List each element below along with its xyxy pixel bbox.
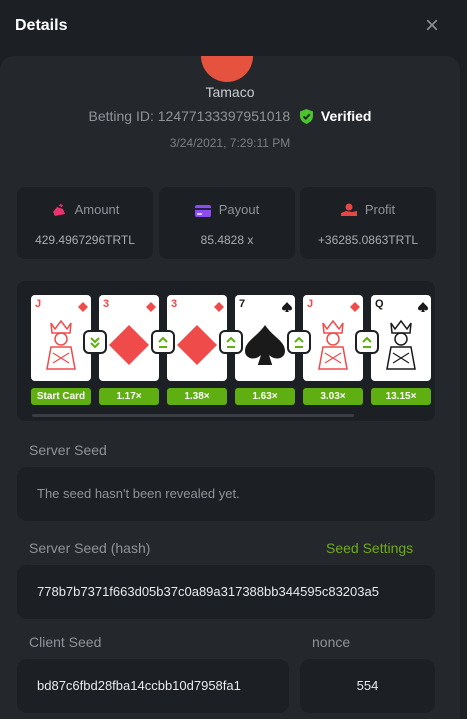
payout-card: Payout 85.4828 x xyxy=(159,187,295,259)
verified-label: Verified xyxy=(320,108,372,124)
higher-arrow-icon xyxy=(357,332,377,352)
amount-value: 429.4967296TRTL xyxy=(35,233,135,247)
amount-label: Amount xyxy=(74,202,120,217)
payout-value: 85.4828 x xyxy=(200,233,254,247)
card-face-art xyxy=(381,319,421,378)
spade-suit-icon xyxy=(418,299,428,317)
moneybag-icon xyxy=(52,204,65,216)
playing-card: 3 xyxy=(99,295,159,381)
multiplier-badge: Start Card xyxy=(31,388,91,405)
card-face-art xyxy=(177,325,217,370)
playing-card: 3 xyxy=(167,295,227,381)
card-history-scrollbar[interactable] xyxy=(32,414,354,417)
playing-card: J xyxy=(31,295,91,381)
close-button[interactable]: × xyxy=(421,14,443,38)
higher-arrow-icon xyxy=(221,332,241,352)
payout-label: Payout xyxy=(218,202,260,217)
playing-card: 7 xyxy=(235,295,295,381)
playing-card: J xyxy=(303,295,363,381)
card-face-art xyxy=(41,319,81,378)
playing-card: Q xyxy=(371,295,431,381)
card-rank: J xyxy=(35,298,42,310)
multiplier-badge: 1.38× xyxy=(167,388,227,405)
modal-title: Details xyxy=(15,17,68,34)
card-rank: 3 xyxy=(171,298,178,310)
spade-suit-icon xyxy=(282,299,292,317)
profit-value: +36285.0863TRTL xyxy=(317,233,419,247)
server-seed-hash-label: Server Seed (hash) xyxy=(29,540,151,556)
card-rank: 7 xyxy=(239,298,246,310)
card-rank: J xyxy=(307,298,314,310)
seed-settings-link[interactable]: Seed Settings xyxy=(326,540,413,556)
card-face-art xyxy=(313,319,353,378)
modal-header: Details × xyxy=(0,0,467,56)
server-seed-label: Server Seed xyxy=(29,442,107,458)
diamond-suit-icon xyxy=(350,299,360,317)
card-face-art xyxy=(109,325,149,370)
client-seed-label: Client Seed xyxy=(29,634,102,650)
close-icon[interactable]: × xyxy=(425,12,439,39)
nonce-label: nonce xyxy=(312,634,351,650)
multiplier-badge: 3.03× xyxy=(303,388,363,405)
multiplier-badge: 13.15× xyxy=(371,388,431,405)
profit-label: Profit xyxy=(364,202,396,217)
hand-coin-icon xyxy=(340,203,357,216)
multiplier-badge: 1.63× xyxy=(235,388,295,405)
betting-id-row: Betting ID: 12477133397951018 Verified xyxy=(0,108,460,124)
diamond-suit-icon xyxy=(214,299,224,317)
multiplier-badge: 1.17× xyxy=(99,388,159,405)
card-rank: 3 xyxy=(103,298,110,310)
diamond-suit-icon xyxy=(146,299,156,317)
lower-arrow-icon xyxy=(85,332,105,352)
card-face-art xyxy=(245,325,285,370)
server-seed-hash-field[interactable]: 778b7b7371f663d05b37c0a89a317388bb344595… xyxy=(17,565,435,619)
betting-id: Betting ID: 12477133397951018 xyxy=(88,108,291,124)
verified-shield-icon xyxy=(300,109,314,124)
nonce-field[interactable]: 554 xyxy=(300,659,435,713)
server-seed-field: The seed hasn't been revealed yet. xyxy=(17,467,435,521)
avatar xyxy=(201,56,253,82)
details-panel: Tamaco Betting ID: 12477133397951018 Ver… xyxy=(0,56,460,719)
client-seed-field[interactable]: bd87c6fbd28fba14ccbb10d7958fa1 xyxy=(17,659,289,713)
details-modal: Details × Tamaco Betting ID: 12477133397… xyxy=(0,0,467,719)
diamond-suit-icon xyxy=(78,299,88,317)
card-rank: Q xyxy=(375,298,384,310)
bet-timestamp: 3/24/2021, 7:29:11 PM xyxy=(169,136,291,150)
card-icon xyxy=(194,205,211,217)
amount-card: Amount 429.4967296TRTL xyxy=(17,187,153,259)
username: Tamaco xyxy=(205,84,255,100)
higher-arrow-icon xyxy=(289,332,309,352)
higher-arrow-icon xyxy=(153,332,173,352)
profit-card: Profit +36285.0863TRTL xyxy=(300,187,436,259)
card-history: J Start Card 3 1.17× 3 1.38× 7 1.63× J 3.03× Q 13.1… xyxy=(17,281,435,421)
